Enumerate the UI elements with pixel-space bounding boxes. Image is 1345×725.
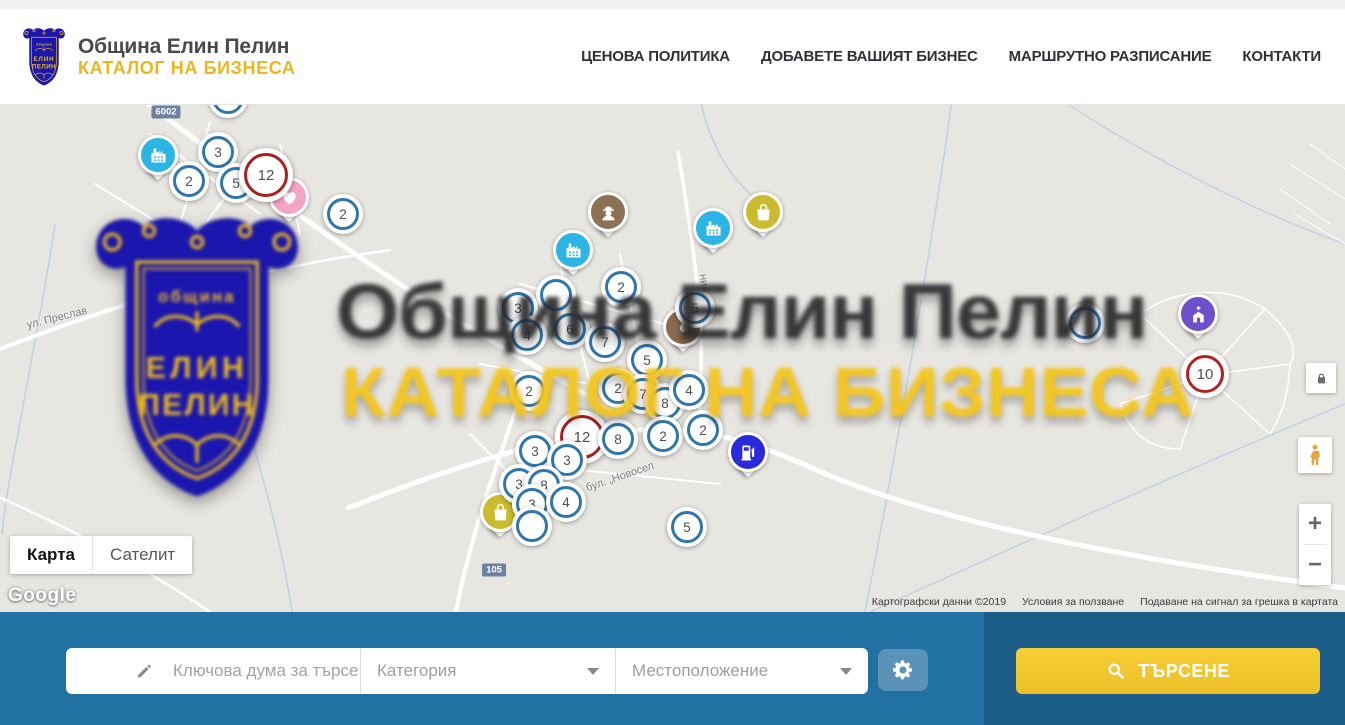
map-cluster[interactable]: 5 — [667, 507, 707, 547]
road-number-badge: 6002 — [151, 106, 180, 119]
emblem-name-line1: ЕЛИН — [146, 352, 248, 385]
search-button-label: ТЪРСЕНЕ — [1138, 661, 1230, 682]
keyword-input[interactable] — [171, 660, 360, 682]
cluster-count: 2 — [339, 207, 347, 222]
google-logo[interactable]: Google — [8, 585, 76, 607]
nav-item-add-business[interactable]: ДОБАВЕТЕ ВАШИЯТ БИЗНЕС — [761, 48, 978, 65]
location-select-label: Местоположение — [632, 661, 768, 681]
site-title: Община Елин Пелин — [78, 35, 296, 59]
pin-bag-icon — [743, 192, 783, 232]
header: община ЕЛИН ПЕЛИН Община Елин Пелин КАТА… — [0, 9, 1345, 105]
map-pin-factory[interactable] — [553, 230, 593, 270]
cluster-count: 5 — [683, 520, 691, 535]
map-cluster[interactable]: 4 — [546, 482, 586, 522]
cluster-count: 8 — [614, 432, 622, 447]
main-nav: ЦЕНОВА ПОЛИТИКА ДОБАВЕТЕ ВАШИЯТ БИЗНЕС М… — [581, 9, 1321, 104]
search-icon — [1106, 661, 1126, 681]
pin-factory-icon — [553, 230, 593, 270]
map-pin-church[interactable] — [1178, 294, 1218, 334]
map-pin-factory[interactable] — [693, 208, 733, 248]
watermark-subtitle: КАТАЛОГ НА БИЗНЕСА — [341, 352, 1195, 432]
site-subtitle: КАТАЛОГ НА БИЗНЕСА — [78, 58, 296, 78]
map-cluster[interactable]: 12 — [239, 148, 293, 202]
zoom-in-button[interactable]: + — [1299, 504, 1331, 544]
map-type-map-button[interactable]: Карта — [10, 536, 92, 574]
lock-button[interactable] — [1306, 363, 1336, 393]
cluster-count: 4 — [562, 495, 570, 510]
nav-item-route-schedule[interactable]: МАРШРУТНО РАЗПИСАНИЕ — [1009, 48, 1212, 65]
map-attribution: Картографски данни ©2019 Условия за полз… — [872, 596, 1338, 608]
search-button[interactable]: ТЪРСЕНЕ — [1016, 648, 1320, 694]
cluster-count: 3 — [563, 453, 571, 468]
search-form: Категория Местоположение — [66, 648, 868, 694]
map-pin-bag[interactable] — [743, 192, 783, 232]
page-top-strip — [0, 0, 1345, 9]
gear-icon — [891, 658, 915, 682]
municipality-emblem-icon: община ЕЛИН ПЕЛИН — [21, 26, 67, 88]
svg-text:община: община — [36, 42, 52, 46]
attribution-report-link[interactable]: Подаване на сигнал за грешка в картата — [1140, 596, 1338, 608]
keyword-section — [66, 648, 360, 694]
search-bar: Категория Местоположение ТЪРСЕНЕ — [0, 612, 1345, 725]
settings-button[interactable] — [878, 649, 928, 691]
pegman-icon — [1305, 443, 1325, 467]
map-type-control: Карта Сателит — [10, 536, 192, 574]
svg-text:ПЕЛИН: ПЕЛИН — [32, 63, 56, 70]
pin-factory-icon — [693, 208, 733, 248]
site-logo[interactable]: община ЕЛИН ПЕЛИН Община Елин Пелин КАТА… — [21, 26, 296, 88]
cluster-count: 2 — [185, 174, 193, 189]
pin-fuel-icon — [728, 432, 768, 472]
svg-text:ЕЛИН: ЕЛИН — [33, 56, 54, 63]
watermark-title: Община Елин Пелин — [336, 266, 1147, 357]
category-select-label: Категория — [377, 661, 456, 681]
map-cluster[interactable]: 2 — [323, 194, 363, 234]
road-number-badge: 105 — [482, 564, 506, 577]
cluster-count: 12 — [258, 167, 275, 184]
nav-item-contacts[interactable]: КОНТАКТИ — [1242, 48, 1321, 65]
nav-item-pricing[interactable]: ЦЕНОВА ПОЛИТИКА — [581, 48, 730, 65]
cluster-count: 3 — [531, 444, 539, 459]
attribution-terms-link[interactable]: Условия за ползване — [1022, 596, 1124, 608]
emblem-town-word: община — [158, 287, 236, 306]
watermark-emblem: община ЕЛИН ПЕЛИН — [84, 213, 310, 503]
map-pin-worker[interactable] — [588, 192, 628, 232]
lock-icon — [1315, 372, 1328, 385]
map-type-satellite-button[interactable]: Сателит — [92, 536, 192, 574]
pin-worker-icon — [588, 192, 628, 232]
chevron-down-icon — [587, 668, 599, 675]
chevron-down-icon — [840, 668, 852, 675]
emblem-name-line2: ПЕЛИН — [138, 389, 255, 422]
map-pin-fuel[interactable] — [728, 432, 768, 472]
attribution-copyright: Картографски данни ©2019 — [872, 596, 1006, 608]
location-select[interactable]: Местоположение — [615, 648, 868, 694]
cluster-count: 10 — [1197, 366, 1214, 383]
zoom-control: + − — [1299, 504, 1331, 585]
pencil-icon — [136, 658, 153, 684]
category-select[interactable]: Категория — [360, 648, 615, 694]
zoom-out-button[interactable]: − — [1299, 545, 1331, 585]
map-cluster[interactable]: 2 — [169, 161, 209, 201]
pin-church-icon — [1178, 294, 1218, 334]
pegman-button[interactable] — [1298, 437, 1332, 473]
cluster-count: 3 — [214, 145, 222, 160]
map-cluster[interactable] — [512, 506, 552, 546]
